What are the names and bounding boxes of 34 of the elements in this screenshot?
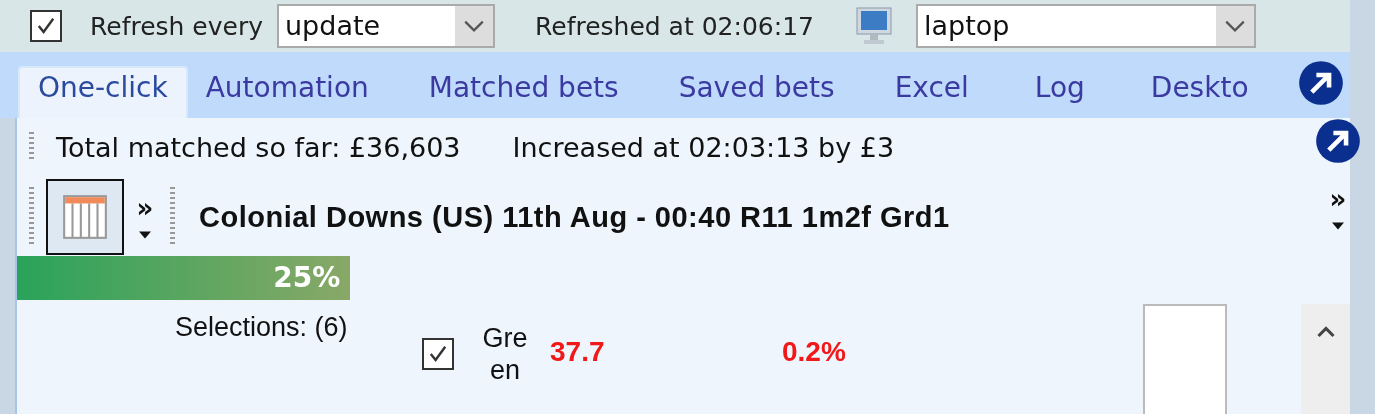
scrollbar[interactable] bbox=[1301, 304, 1350, 414]
overflow-chevrons[interactable]: » bbox=[1329, 186, 1347, 212]
grid-view-button[interactable] bbox=[46, 179, 124, 255]
dropdown-arrow-icon[interactable] bbox=[1332, 222, 1344, 230]
dropdown-arrow-icon[interactable] bbox=[139, 231, 151, 239]
tab[interactable]: Excel bbox=[876, 68, 987, 118]
refresh-checkbox[interactable] bbox=[30, 10, 62, 42]
grid-icon bbox=[60, 192, 110, 242]
tab[interactable]: Deskto bbox=[1132, 68, 1267, 118]
tab[interactable]: Saved bets bbox=[660, 68, 853, 118]
selection-name: Gre en bbox=[481, 322, 529, 386]
total-matched: Total matched so far: £36,603 bbox=[56, 131, 461, 163]
increased-text: Increased at 02:03:13 by £3 bbox=[512, 131, 895, 163]
selection-percent: 37.7 bbox=[550, 336, 605, 368]
profile-dropdown[interactable]: laptop bbox=[915, 4, 1256, 48]
progress-bar: 25% bbox=[17, 256, 351, 300]
chevron-down-icon[interactable] bbox=[1223, 19, 1246, 33]
scroll-up-icon[interactable] bbox=[1315, 324, 1336, 338]
selections-count: Selections: (6) bbox=[175, 312, 348, 343]
selection-checkbox[interactable] bbox=[422, 338, 454, 370]
tab[interactable]: Matched bets bbox=[410, 68, 637, 118]
popout-icon[interactable] bbox=[1298, 60, 1344, 106]
tab[interactable]: Log bbox=[1016, 68, 1103, 118]
selection-percent: 0.2% bbox=[782, 336, 846, 368]
tab[interactable]: Automation bbox=[187, 68, 387, 118]
monitor-icon bbox=[853, 6, 894, 46]
refresh-label: Refresh every bbox=[90, 11, 263, 41]
overflow-chevrons[interactable]: » bbox=[136, 195, 154, 221]
tab[interactable]: One-click bbox=[18, 66, 188, 118]
market-title: Colonial Downs (US) 11th Aug - 00:40 R11 1m2f Grd1 bbox=[199, 200, 950, 234]
chevron-down-icon[interactable] bbox=[463, 19, 485, 33]
popout-icon[interactable] bbox=[1315, 118, 1361, 164]
refreshed-time: Refreshed at 02:06:17 bbox=[535, 11, 814, 41]
refresh-dropdown[interactable]: update bbox=[277, 4, 495, 48]
